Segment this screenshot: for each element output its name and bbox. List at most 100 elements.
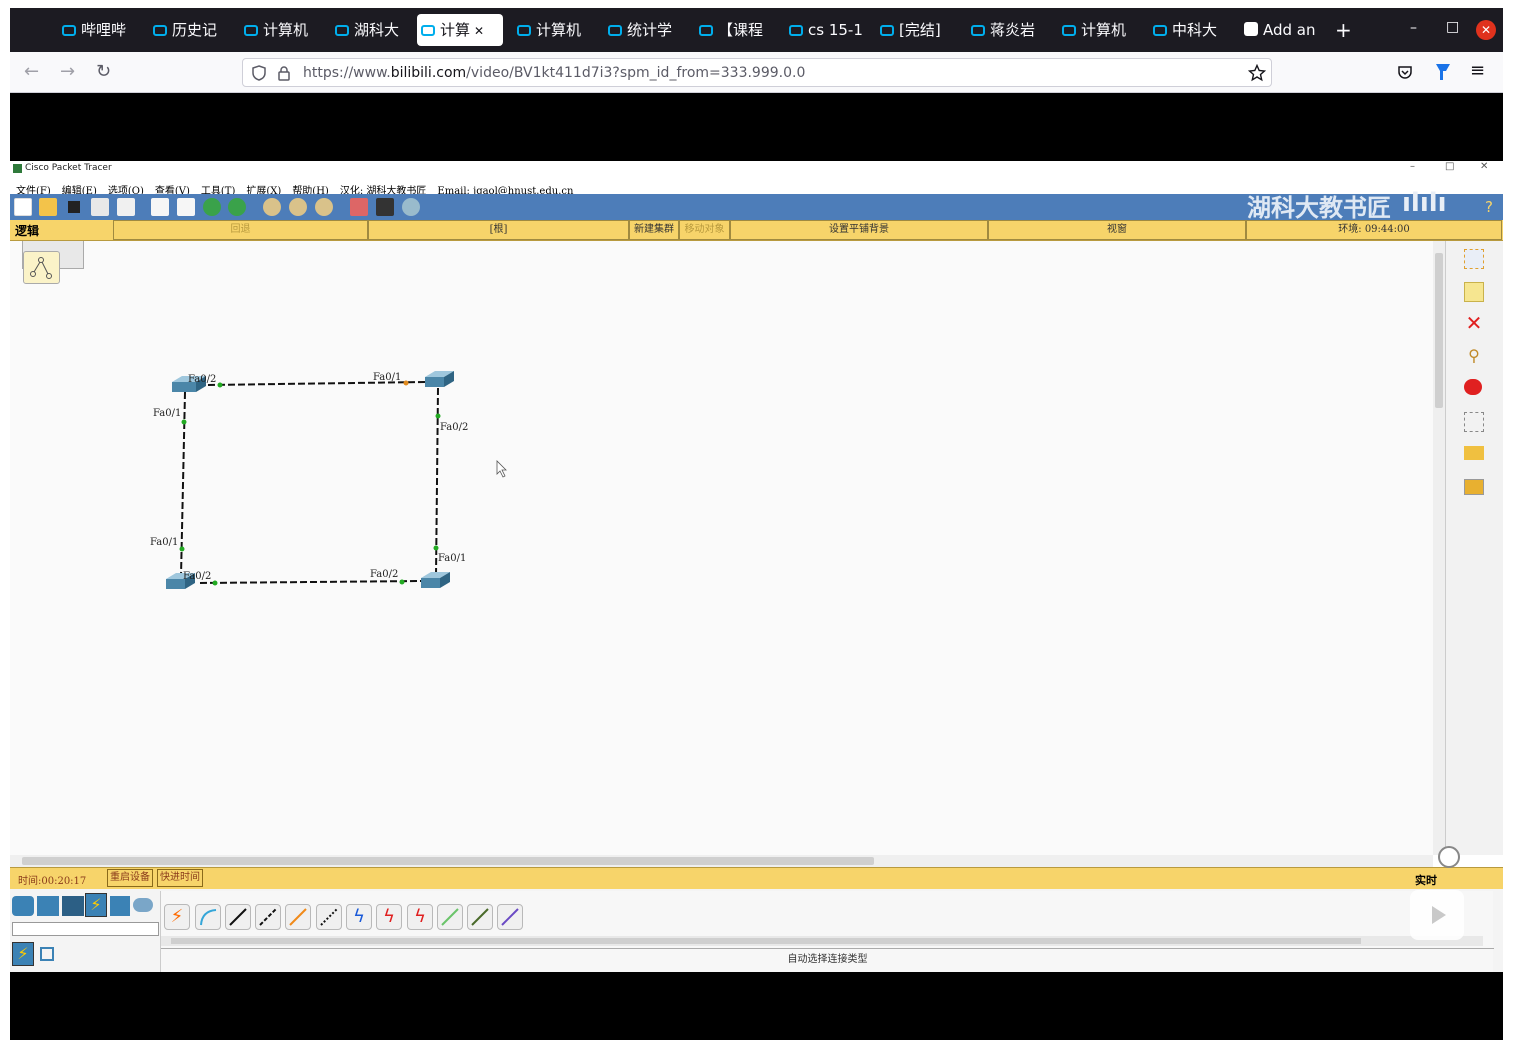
- browser-tab[interactable]: 中科大: [1149, 14, 1231, 46]
- new-tab-button[interactable]: +: [1335, 18, 1352, 42]
- maximize-button[interactable]: □: [1446, 19, 1459, 35]
- select-tool-icon[interactable]: [1464, 249, 1484, 269]
- browser-tab[interactable]: 蒋炎岩: [967, 14, 1049, 46]
- device-category-routers[interactable]: [12, 896, 34, 916]
- close-icon: ✕: [1480, 23, 1492, 37]
- minimize-button[interactable]: –: [1410, 20, 1417, 36]
- inspect-tool-icon[interactable]: ⚲: [1464, 346, 1484, 366]
- back-icon[interactable]: ←: [24, 62, 39, 82]
- undo-icon[interactable]: [203, 198, 221, 216]
- switch-icon[interactable]: [425, 371, 454, 387]
- shield-icon[interactable]: [251, 65, 267, 81]
- coaxial-cable-icon[interactable]: ϟ: [346, 904, 372, 930]
- clock-icon[interactable]: [1438, 846, 1460, 868]
- zoom-in-icon[interactable]: [263, 198, 281, 216]
- serial-dce-icon[interactable]: ϟ: [376, 904, 402, 930]
- browser-tab[interactable]: 历史记: [149, 14, 231, 46]
- redo-icon[interactable]: [228, 198, 246, 216]
- browser-tab[interactable]: 计算机: [513, 14, 595, 46]
- zoom-reset-icon[interactable]: [289, 198, 307, 216]
- phone-cable-icon[interactable]: [316, 904, 342, 930]
- pt-close-button[interactable]: ✕: [1480, 161, 1488, 172]
- octal-cable-icon[interactable]: [437, 904, 463, 930]
- play-button-icon[interactable]: [1410, 890, 1464, 940]
- browser-tab[interactable]: Add an: [1240, 14, 1322, 46]
- auto-connection-icon[interactable]: ⚡: [164, 904, 190, 930]
- browser-tab[interactable]: [完结]: [876, 14, 958, 46]
- power-cycle-devices-button[interactable]: 重启设备: [107, 869, 153, 887]
- horizontal-scrollbar[interactable]: [10, 855, 1433, 867]
- device-category-switches[interactable]: [37, 896, 59, 916]
- url-domain: bilibili.com: [390, 65, 467, 81]
- extension-icon[interactable]: [1434, 62, 1452, 82]
- browser-tab[interactable]: 哔哩哔: [58, 14, 140, 46]
- environment-time[interactable]: 环境: 09:44:00: [1246, 220, 1502, 240]
- link-bottom[interactable]: [199, 580, 423, 584]
- browser-tab[interactable]: 计算机: [1058, 14, 1140, 46]
- palette-icon[interactable]: [350, 198, 368, 216]
- copy-icon[interactable]: [151, 198, 169, 216]
- iot-custom-cable-icon[interactable]: [467, 904, 493, 930]
- device-search-field[interactable]: [12, 922, 159, 936]
- url-text[interactable]: https://www.bilibili.com/video/BV1kt411d…: [303, 64, 805, 82]
- device-template-icon[interactable]: [376, 198, 394, 216]
- delete-tool-icon[interactable]: ✕: [1464, 313, 1484, 333]
- serial-dte-icon[interactable]: ϟ: [407, 904, 433, 930]
- logic-workspace-label[interactable]: 逻辑: [15, 222, 39, 239]
- activity-wizard-icon[interactable]: [117, 198, 135, 216]
- cloud-icon[interactable]: [402, 198, 420, 216]
- forward-icon[interactable]: →: [60, 62, 75, 82]
- open-folder-icon[interactable]: [39, 198, 57, 216]
- root-breadcrumb[interactable]: [根]: [368, 220, 629, 240]
- set-tiled-background-button[interactable]: 设置平铺背景: [730, 220, 988, 240]
- browser-tab[interactable]: 【课程: [695, 14, 777, 46]
- logical-workspace[interactable]: Fa0/2 Fa0/1 Fa0/1 Fa0/2 Fa0/1 Fa0/2 Fa0/…: [10, 241, 1433, 855]
- vertical-scrollbar[interactable]: [1433, 241, 1445, 855]
- switch-icon[interactable]: [421, 572, 450, 588]
- device-category-end-devices[interactable]: [110, 896, 130, 916]
- pt-maximize-button[interactable]: □: [1445, 161, 1454, 172]
- device-category-hubs[interactable]: [62, 896, 84, 916]
- add-simple-pdu-icon[interactable]: [1464, 446, 1484, 460]
- device-grid-icon[interactable]: [40, 947, 54, 961]
- bookmark-star-icon[interactable]: [1248, 64, 1266, 82]
- note-tool-icon[interactable]: [1464, 282, 1484, 302]
- viewport-button[interactable]: 视窗: [988, 220, 1246, 240]
- save-icon[interactable]: [65, 198, 83, 216]
- pocket-icon[interactable]: [1397, 64, 1413, 80]
- close-tab-icon[interactable]: ✕: [474, 24, 484, 38]
- pt-minimize-button[interactable]: –: [1410, 161, 1415, 172]
- lock-icon[interactable]: [276, 65, 292, 81]
- copper-cross-over-icon[interactable]: [255, 904, 281, 930]
- add-complex-pdu-icon[interactable]: [1464, 479, 1484, 495]
- usb-cable-icon[interactable]: [497, 904, 523, 930]
- browser-tab[interactable]: 湖科大: [331, 14, 413, 46]
- close-window-button[interactable]: ✕: [1476, 20, 1496, 40]
- connection-auto-icon[interactable]: ⚡: [12, 942, 34, 966]
- connection-scrollbar[interactable]: [161, 936, 1483, 946]
- url-bar[interactable]: https://www.bilibili.com/video/BV1kt411d…: [242, 58, 1272, 87]
- browser-tab[interactable]: 计算机: [240, 14, 322, 46]
- reload-icon[interactable]: ↻: [96, 62, 111, 82]
- browser-tab[interactable]: 统计学: [604, 14, 686, 46]
- zoom-out-icon[interactable]: [315, 198, 333, 216]
- device-category-wan-emulation[interactable]: [133, 898, 153, 912]
- resize-tool-icon[interactable]: [1464, 412, 1484, 432]
- copper-straight-through-icon[interactable]: [225, 904, 251, 930]
- fiber-icon[interactable]: [285, 904, 311, 930]
- fast-forward-time-button[interactable]: 快进时间: [157, 869, 203, 887]
- new-file-icon[interactable]: [14, 198, 32, 216]
- realtime-mode-label[interactable]: 实时: [1415, 872, 1437, 888]
- browser-tab-active[interactable]: 计算 ✕: [417, 14, 503, 46]
- paste-icon[interactable]: [177, 198, 195, 216]
- print-icon[interactable]: [91, 198, 109, 216]
- draw-shape-tool-icon[interactable]: [1464, 379, 1482, 395]
- menu-icon[interactable]: ≡: [1470, 61, 1485, 81]
- move-object-button[interactable]: 移动对象: [679, 220, 730, 240]
- new-cluster-button[interactable]: 新建集群: [629, 220, 679, 240]
- device-category-connections[interactable]: ⚡: [85, 893, 107, 917]
- pt-help-button[interactable]: ?: [1485, 198, 1493, 216]
- console-cable-icon[interactable]: [195, 904, 221, 930]
- browser-tab[interactable]: cs 15-1: [785, 14, 867, 46]
- back-button[interactable]: 回退: [113, 220, 368, 240]
